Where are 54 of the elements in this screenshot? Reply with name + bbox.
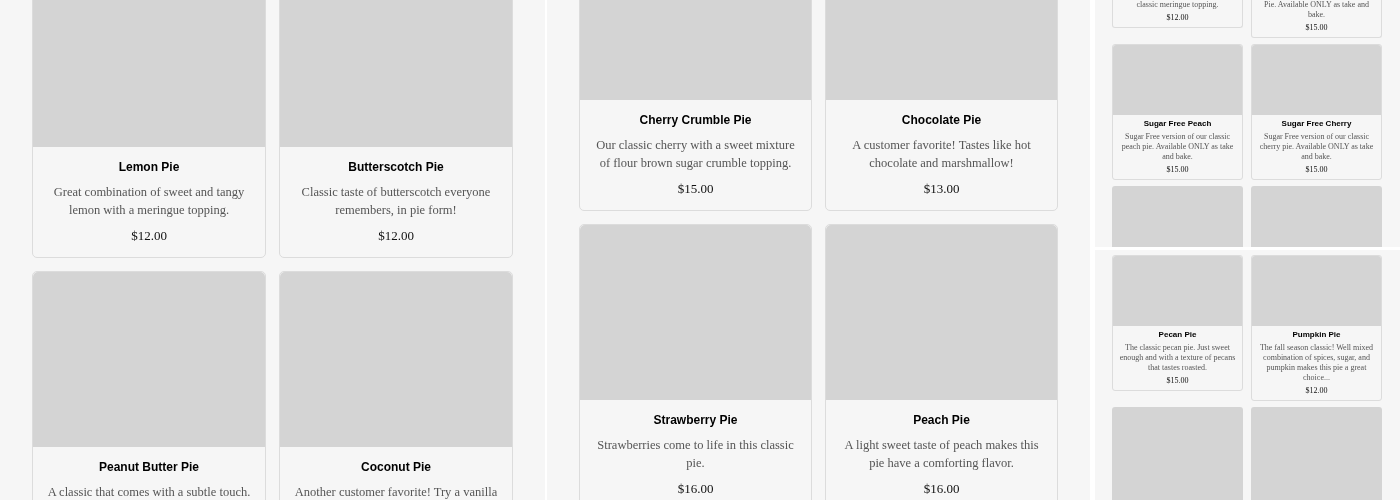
product-price: $12.00 [1305,386,1328,396]
product-name: Cherry Crumble Pie [639,112,752,128]
product-price: $15.00 [677,180,714,198]
product-name: Peach Pie [913,412,970,428]
product-card[interactable]: Pecan Pie The classic pecan pie. Just sweet enough and with a texture of pecans that tastes roasted. $15.00 [1112,255,1243,391]
product-price: $12.00 [378,227,414,245]
product-name: Sugar Free Peach [1143,119,1212,129]
product-price: $16.00 [923,480,960,498]
product-description: Another customer favorite! Try a vanilla [294,484,498,500]
product-card[interactable] [1251,407,1382,500]
product-price: $15.00 [1166,376,1189,386]
product-name: Chocolate Pie [901,112,982,128]
product-description: Strawberries come to life in this classic pie. [596,437,795,472]
product-price: $15.00 [1305,23,1328,33]
product-card[interactable] [1112,407,1243,500]
product-description: Sugar Free version of our classic cherry pie. Available ONLY as take and bake. [1258,132,1375,162]
product-description: A classic that comes with a subtle touch. [47,484,251,500]
product-card[interactable]: Cherry Crumble Pie Our classic cherry with a sweet mixture of flour brown sugar crumble topping. $15.00 [579,0,812,211]
product-description: A light sweet taste of peach makes this pie have a comforting flavor. [843,437,1040,472]
product-description: The classic pecan pie. Just sweet enough and with a texture of pecans that tastes roasted. [1118,343,1237,373]
product-price: $13.00 [923,180,960,198]
product-card[interactable]: Pie. Available ONLY as take and bake. $15.00 [1251,0,1382,38]
product-description: classic meringue topping. [1136,0,1219,10]
product-price: $16.00 [677,480,714,498]
product-description: A customer favorite! Tastes like hot chocolate and marshmallow! [851,137,1032,172]
product-card[interactable]: Pumpkin Pie The fall season classic! Well mixed combination of spices, sugar, and pumpkin makes this pie a great choice... $12.00 [1251,255,1382,401]
product-name: Strawberry Pie [653,412,738,428]
product-description: Classic taste of butterscotch everyone remembers, in pie form! [300,184,492,219]
product-card[interactable]: Peach Pie A light sweet taste of peach makes this pie have a comforting flavor. $16.00 [825,224,1058,500]
product-card[interactable]: Lemon Pie Great combination of sweet and tangy lemon with a meringue topping. $12.00 [32,0,266,258]
product-description: Sugar Free version of our classic peach pie. Available ONLY as take and bake. [1120,132,1235,162]
product-card[interactable]: Coconut Pie Another customer favorite! Try a vanilla [279,271,513,500]
product-card[interactable]: Strawberry Pie Strawberries come to life in this classic pie. $16.00 [579,224,812,500]
product-name: Pumpkin Pie [1292,330,1341,340]
product-card[interactable]: Butterscotch Pie Classic taste of butterscotch everyone remembers, in pie form! $12.00 [279,0,513,258]
product-card[interactable]: Peanut Butter Pie A classic that comes with a subtle touch. [32,271,266,500]
product-price: $12.00 [1166,13,1189,23]
product-card[interactable]: classic meringue topping. $12.00 [1112,0,1243,28]
product-description: The fall season classic! Well mixed combination of spices, sugar, and pumpkin makes this pie a great choice... [1258,343,1375,383]
product-price: $12.00 [131,227,167,245]
product-card[interactable]: Sugar Free Cherry Sugar Free version of our classic cherry pie. Available ONLY as take and bake. $15.00 [1251,44,1382,180]
product-name: Lemon Pie [118,159,180,175]
product-name: Pecan Pie [1158,330,1197,340]
product-description: Great combination of sweet and tangy lemon with a meringue topping. [52,184,246,219]
product-card[interactable]: Chocolate Pie A customer favorite! Tastes like hot chocolate and marshmallow! $13.00 [825,0,1058,211]
product-name: Coconut Pie [361,459,431,475]
product-name: Butterscotch Pie [348,159,444,175]
product-name: Sugar Free Cherry [1281,119,1352,129]
product-description: Our classic cherry with a sweet mixture of flour brown sugar crumble topping. [595,137,796,172]
product-card[interactable]: Sugar Free Peach Sugar Free version of our classic peach pie. Available ONLY as take and bake. $15.00 [1112,44,1243,180]
product-name: Peanut Butter Pie [99,459,199,475]
product-description: Pie. Available ONLY as take and bake. [1263,0,1370,20]
product-price: $15.00 [1166,165,1189,175]
product-price: $15.00 [1305,165,1328,175]
